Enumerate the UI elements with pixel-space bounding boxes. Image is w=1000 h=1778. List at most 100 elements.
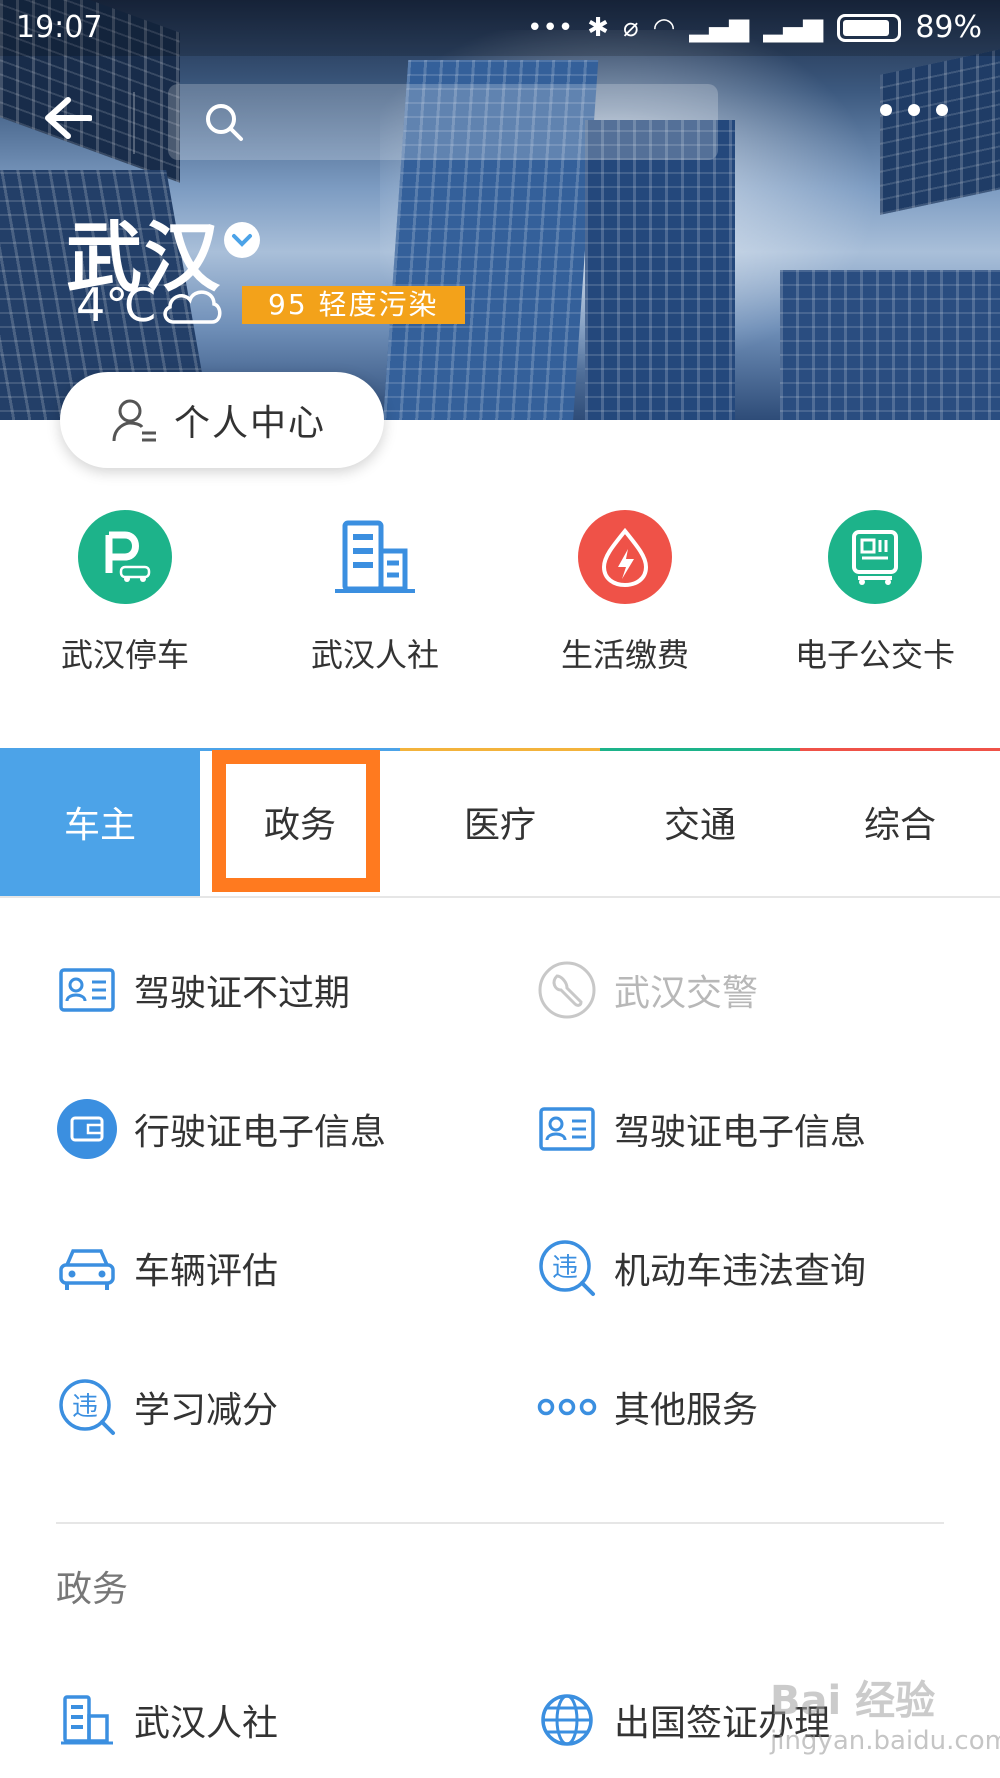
service-label: 车辆评估 — [134, 1250, 279, 1292]
cell-signal-icon: ▂▄▆ — [763, 12, 824, 43]
service-label: 驾驶证电子信息 — [614, 1111, 867, 1153]
tab-transport[interactable]: 交通 — [600, 748, 800, 896]
wifi-icon: ◠ — [652, 12, 676, 43]
search-icon — [206, 104, 243, 141]
license-card-icon — [536, 1098, 598, 1160]
service-vehicle-assessment[interactable]: 车辆评估 — [0, 1198, 480, 1337]
service-other[interactable]: 其他服务 — [480, 1337, 1000, 1476]
section-divider — [56, 1522, 944, 1524]
parking-icon — [78, 510, 172, 604]
status-time: 19:07 — [16, 10, 103, 45]
air-quality-badge: 95 轻度污染 — [242, 286, 465, 324]
more-dots-icon — [536, 1376, 598, 1438]
globe-icon — [536, 1689, 598, 1751]
banner-building — [880, 45, 1000, 215]
quick-item-utility-payment[interactable]: 生活缴费 — [500, 510, 750, 680]
header-divider — [133, 92, 135, 154]
quick-item-social-security[interactable]: 武汉人社 — [250, 510, 500, 680]
tab-label: 车主 — [63, 805, 136, 846]
section-title: 政务 — [56, 1569, 129, 1610]
service-label: 其他服务 — [614, 1389, 759, 1431]
dot — [936, 104, 948, 116]
service-study-points[interactable]: 违 学习减分 — [0, 1337, 480, 1476]
tab-accent-line — [600, 748, 800, 751]
personal-center-label: 个人中心 — [174, 403, 327, 444]
tab-medical[interactable]: 医疗 — [400, 748, 600, 896]
svg-text:违: 违 — [72, 1392, 98, 1422]
wrench-icon — [536, 959, 598, 1021]
watermark-brand: Bai 经验 — [770, 1678, 936, 1724]
tab-accent-line — [800, 748, 1000, 751]
quick-item-parking[interactable]: 武汉停车 — [0, 510, 250, 680]
violation-icon: 违 — [536, 1237, 598, 1299]
chevron-down-icon — [232, 234, 252, 247]
service-label: 武汉人社 — [134, 1702, 279, 1744]
service-vehicle-license-info[interactable]: 行驶证电子信息 — [0, 1059, 480, 1198]
battery-level: 89% — [915, 10, 982, 45]
bus-card-icon — [828, 510, 922, 604]
watermark-url: jingyan.baidu.com — [770, 1726, 1000, 1756]
back-button[interactable] — [38, 88, 98, 148]
search-box[interactable] — [168, 84, 718, 160]
more-menu-button[interactable] — [880, 104, 948, 116]
service-label: 驾驶证不过期 — [134, 972, 351, 1014]
service-label: 学习减分 — [134, 1389, 279, 1431]
tab-label: 医疗 — [463, 805, 536, 846]
service-license-valid[interactable]: 驾驶证不过期 — [0, 920, 480, 1059]
dot — [880, 104, 892, 116]
tab-car-owner[interactable]: 车主 — [0, 748, 200, 896]
quick-item-bus-card[interactable]: 电子公交卡 — [750, 510, 1000, 680]
category-tabs: 车主 政务 医疗 交通 综合 — [0, 748, 1000, 898]
cloud-icon — [163, 290, 222, 324]
banner-building — [585, 120, 735, 420]
license-card-icon — [56, 959, 118, 1021]
quick-item-label: 生活缴费 — [560, 636, 689, 674]
building-icon — [56, 1689, 118, 1751]
service-social-security[interactable]: 武汉人社 — [0, 1650, 480, 1778]
banner-building — [780, 270, 1000, 420]
energy-icon — [578, 510, 672, 604]
tab-government[interactable]: 政务 — [200, 748, 400, 896]
dot — [908, 104, 920, 116]
svg-text:违: 违 — [552, 1253, 578, 1283]
tab-label: 综合 — [863, 805, 936, 846]
tab-label: 交通 — [663, 805, 736, 846]
building-icon — [328, 510, 422, 604]
header-banner: 19:07 ••• ✱ ⌀ ◠ ▂▄▆ ▂▄▆ 89% 武汉 4℃ 95 轻度污… — [0, 0, 1000, 420]
status-icons: ••• ✱ ⌀ ◠ ▂▄▆ ▂▄▆ 89% — [527, 10, 982, 45]
quick-item-label: 电子公交卡 — [794, 636, 955, 674]
personal-center-button[interactable]: 个人中心 — [60, 372, 384, 468]
service-traffic-police[interactable]: 武汉交警 — [480, 920, 1000, 1059]
car-icon — [56, 1237, 118, 1299]
service-violation-query[interactable]: 违 机动车违法查询 — [480, 1198, 1000, 1337]
user-profile-icon — [112, 399, 156, 442]
tab-label: 政务 — [263, 805, 336, 846]
tab-accent-line — [400, 748, 600, 751]
service-label: 武汉交警 — [614, 972, 759, 1014]
car-owner-services: 驾驶证不过期 武汉交警 行驶证电子信息 驾驶证电子信息 车辆评估 违 机动车违法… — [0, 920, 1000, 1476]
tab-general[interactable]: 综合 — [800, 748, 1000, 896]
city-dropdown-button[interactable] — [224, 222, 260, 258]
cell-signal-icon: ▂▄▆ — [689, 12, 750, 43]
status-bar: 19:07 ••• ✱ ⌀ ◠ ▂▄▆ ▂▄▆ 89% — [0, 0, 1000, 56]
battery-icon — [837, 13, 902, 42]
wallet-card-icon — [56, 1098, 118, 1160]
service-label: 机动车违法查询 — [614, 1250, 867, 1292]
quick-item-label: 武汉停车 — [60, 636, 189, 674]
signal-dots-icon: ••• — [527, 12, 574, 43]
service-row: 驾驶证不过期 武汉交警 — [0, 920, 1000, 1059]
bluetooth-icon: ✱ — [587, 12, 609, 43]
service-label: 行驶证电子信息 — [134, 1111, 387, 1153]
search-input[interactable] — [260, 105, 700, 139]
violation-icon: 违 — [56, 1376, 118, 1438]
service-row: 车辆评估 违 机动车违法查询 — [0, 1198, 1000, 1337]
watermark: Bai 经验 jingyan.baidu.com — [770, 1668, 1000, 1756]
temperature: 4℃ — [76, 278, 157, 332]
quick-item-label: 武汉人社 — [310, 636, 439, 674]
quick-services: 武汉停车 武汉人社 生活缴费 电子公交卡 — [0, 510, 1000, 680]
service-driver-license-info[interactable]: 驾驶证电子信息 — [480, 1059, 1000, 1198]
vibrate-off-icon: ⌀ — [622, 12, 639, 43]
service-row: 行驶证电子信息 驾驶证电子信息 — [0, 1059, 1000, 1198]
arrow-left-icon — [45, 97, 92, 139]
service-row: 违 学习减分 其他服务 — [0, 1337, 1000, 1476]
